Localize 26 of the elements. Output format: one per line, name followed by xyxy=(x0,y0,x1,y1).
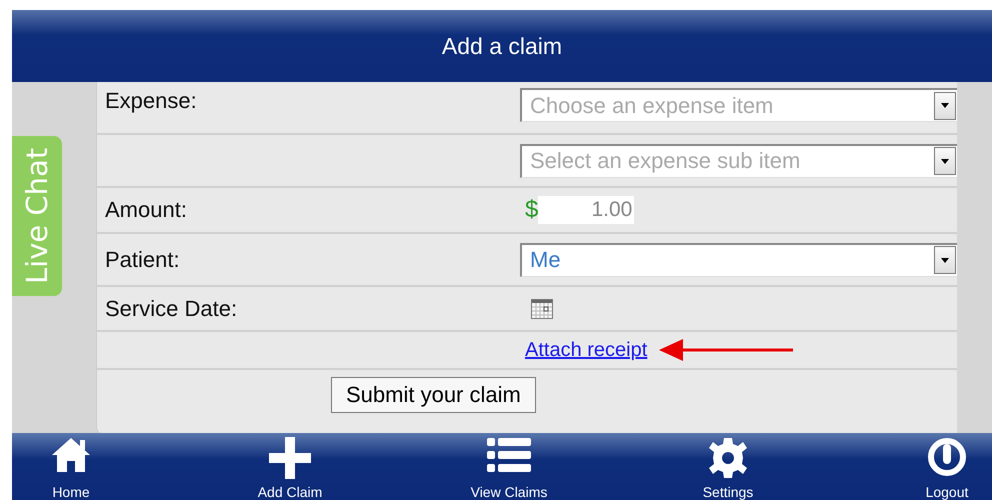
list-icon xyxy=(487,437,531,473)
nav-label: View Claims xyxy=(470,484,548,500)
nav-item[interactable]: View Claims xyxy=(464,437,554,500)
nav-item[interactable]: Logout xyxy=(902,437,992,500)
power-icon xyxy=(927,437,967,477)
field-label: Amount: xyxy=(105,197,187,222)
nav-item[interactable]: Home xyxy=(26,437,116,500)
field-label: Patient: xyxy=(105,246,180,272)
page-title: Add a claim xyxy=(442,32,562,60)
nav-label: Home xyxy=(52,484,90,500)
dropdown-field[interactable]: Me xyxy=(520,242,957,276)
settings-icon xyxy=(707,437,749,479)
house-icon xyxy=(51,437,91,473)
nav-label: Settings xyxy=(702,484,754,500)
submit-button[interactable]: Submit your claim xyxy=(331,377,536,413)
amount-field[interactable]: 1.00 xyxy=(538,196,634,224)
field-label: Expense: xyxy=(105,88,197,113)
calendar-icon[interactable] xyxy=(531,298,553,318)
plus-icon xyxy=(269,437,311,479)
currency-symbol: $ xyxy=(525,196,538,224)
nav-label: Add Claim xyxy=(258,484,322,500)
attach-receipt-link[interactable]: Attach receipt xyxy=(525,338,648,362)
nav-item[interactable]: Settings xyxy=(683,437,773,500)
nav-item[interactable]: Add Claim xyxy=(245,437,335,500)
field-label: Service Date: xyxy=(105,296,238,320)
nav-label: Logout xyxy=(926,484,968,500)
